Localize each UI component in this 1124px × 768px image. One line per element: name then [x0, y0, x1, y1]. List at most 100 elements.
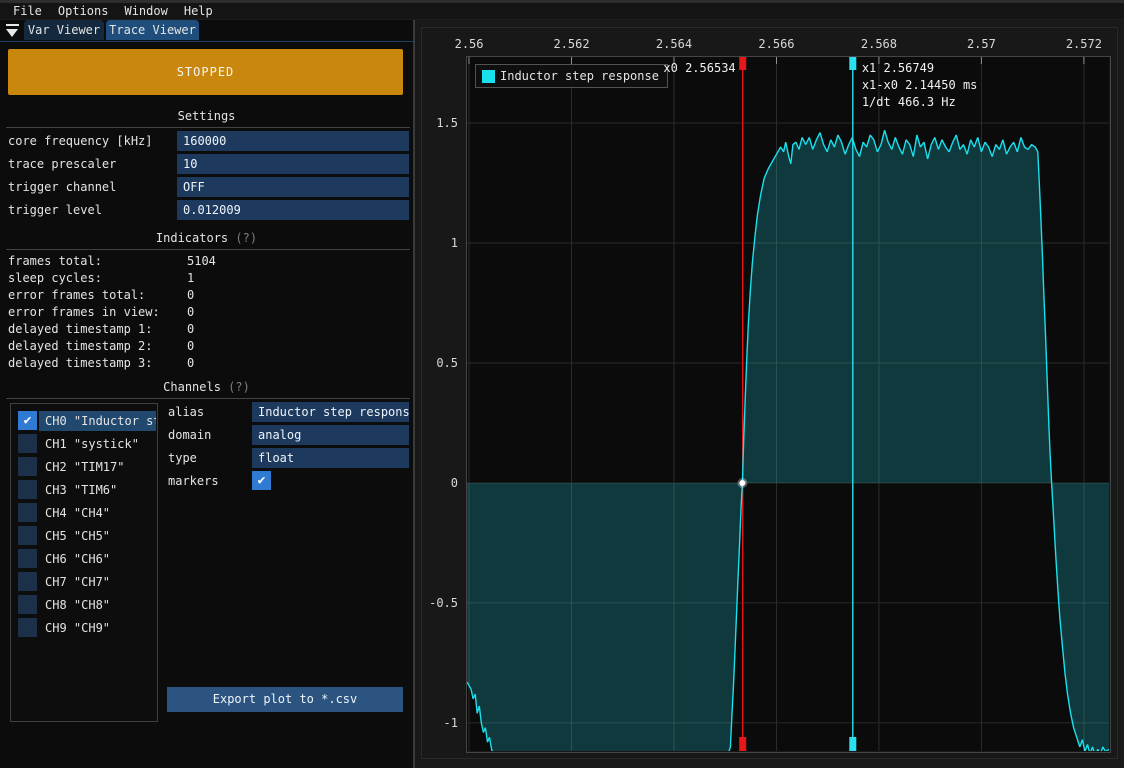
setting-label: trace prescaler: [8, 157, 116, 171]
indicators-header-text: Indicators: [156, 231, 228, 245]
indicator-row: delayed timestamp 3:0: [0, 355, 413, 372]
channel-checkbox[interactable]: [18, 595, 37, 614]
channel-checkbox[interactable]: [18, 503, 37, 522]
plot-legend[interactable]: Inductor step response: [475, 64, 668, 88]
separator: [6, 249, 410, 250]
indicator-value: 0: [187, 305, 194, 319]
indicator-label: frames total:: [8, 254, 102, 268]
indicators-help-icon[interactable]: (?): [235, 231, 257, 245]
x-tick-label: 2.564: [656, 37, 692, 51]
export-csv-button[interactable]: Export plot to *.csv: [167, 687, 403, 712]
channel-label[interactable]: CH0 "Inductor st: [39, 411, 156, 431]
tab-trace-viewer[interactable]: Trace Viewer: [106, 20, 199, 40]
domain-label: domain: [168, 428, 211, 442]
acquisition-state-button[interactable]: STOPPED: [8, 49, 403, 95]
collapse-icon-bar: [6, 24, 19, 26]
marker-delta-value: x1-x0 2.14450 ms: [862, 77, 978, 94]
channel-label[interactable]: CH2 "TIM17": [39, 457, 156, 477]
app-window: FileOptionsWindowHelp Var Viewer Trace V…: [0, 0, 1124, 768]
separator: [6, 127, 410, 128]
x-tick-label: 2.568: [861, 37, 897, 51]
marker-x0-label: x0 2.56534: [663, 60, 735, 77]
setting-input[interactable]: 0.012009: [177, 200, 409, 220]
setting-input[interactable]: 160000: [177, 131, 409, 151]
menu-items: FileOptionsWindowHelp: [5, 4, 221, 18]
separator: [6, 398, 410, 399]
domain-field[interactable]: analog: [252, 425, 409, 445]
channel-label[interactable]: CH4 "CH4": [39, 503, 156, 523]
type-label: type: [168, 451, 197, 465]
indicator-value: 0: [187, 322, 194, 336]
setting-input[interactable]: OFF: [177, 177, 409, 197]
marker-x1-value: x1 2.56749: [862, 60, 978, 77]
markers-checkbox[interactable]: ✔: [252, 471, 271, 490]
channel-row: CH1 "systick": [11, 433, 157, 456]
channel-checkbox[interactable]: ✔: [18, 411, 37, 430]
channel-label[interactable]: CH6 "CH6": [39, 549, 156, 569]
indicator-label: error frames total:: [8, 288, 145, 302]
indicator-value: 0: [187, 339, 194, 353]
indicator-value: 1: [187, 271, 194, 285]
setting-input[interactable]: 10: [177, 154, 409, 174]
channel-checkbox[interactable]: [18, 618, 37, 637]
tab-bar-underline: [0, 41, 413, 42]
setting-label: trigger channel: [8, 180, 116, 194]
channel-label[interactable]: CH7 "CH7": [39, 572, 156, 592]
menu-bar: FileOptionsWindowHelp: [0, 3, 1124, 20]
setting-row: trace prescaler 10: [0, 154, 413, 177]
channel-list: ✔CH0 "Inductor st CH1 "systick" CH2 "TIM17…: [10, 403, 158, 722]
y-tick-label: 0: [451, 476, 458, 490]
indicator-row: sleep cycles:1: [0, 270, 413, 287]
indicator-label: delayed timestamp 3:: [8, 356, 153, 370]
channel-row: CH4 "CH4": [11, 502, 157, 525]
waveform-plot: [467, 57, 1109, 751]
channel-row: CH7 "CH7": [11, 571, 157, 594]
menu-window[interactable]: Window: [116, 4, 175, 18]
tab-var-viewer[interactable]: Var Viewer: [24, 20, 104, 40]
alias-field[interactable]: Inductor step respons: [252, 402, 409, 422]
channel-checkbox[interactable]: [18, 549, 37, 568]
channel-row: CH2 "TIM17": [11, 456, 157, 479]
indicator-label: delayed timestamp 1:: [8, 322, 153, 336]
setting-row: core frequency [kHz]160000: [0, 131, 413, 154]
menu-options[interactable]: Options: [50, 4, 117, 18]
indicator-row: delayed timestamp 1: 0: [0, 321, 413, 338]
indicator-rows: frames total:5104sleep cycles:1error fra…: [0, 253, 413, 372]
x-tick-label: 2.56: [455, 37, 484, 51]
settings-rows: core frequency [kHz]160000trace prescale…: [0, 131, 413, 223]
channel-checkbox[interactable]: [18, 434, 37, 453]
x-tick-label: 2.562: [553, 37, 589, 51]
y-tick-label: 0.5: [436, 356, 458, 370]
channel-label[interactable]: CH8 "CH8": [39, 595, 156, 615]
indicator-row: delayed timestamp 2: 0: [0, 338, 413, 355]
collapse-icon-triangle: [6, 29, 18, 37]
type-field[interactable]: float: [252, 448, 409, 468]
channel-checkbox[interactable]: [18, 526, 37, 545]
marker-x1-label: x1 2.56749 x1-x0 2.14450 ms 1/dt 466.3 H…: [862, 60, 978, 111]
channels-help-icon[interactable]: (?): [228, 380, 250, 394]
channel-label[interactable]: CH1 "systick": [39, 434, 156, 454]
alias-label: alias: [168, 405, 204, 419]
settings-header: Settings: [0, 109, 413, 123]
setting-row: trigger level0.012009: [0, 200, 413, 223]
plot-area[interactable]: Inductor step response x0 2.56534 x1 2.5…: [467, 57, 1109, 751]
channel-checkbox[interactable]: [18, 480, 37, 499]
channel-row: CH9 "CH9": [11, 617, 157, 640]
menu-file[interactable]: File: [5, 4, 50, 18]
menu-help[interactable]: Help: [176, 4, 221, 18]
indicator-label: error frames in view:: [8, 305, 160, 319]
indicator-label: delayed timestamp 2:: [8, 339, 153, 353]
channel-label[interactable]: CH3 "TIM6": [39, 480, 156, 500]
indicator-row: error frames in view: 0: [0, 304, 413, 321]
x-tick-label: 2.572: [1066, 37, 1102, 51]
collapse-icon[interactable]: [6, 24, 19, 38]
settings-header-text: Settings: [178, 109, 236, 123]
channel-checkbox[interactable]: [18, 457, 37, 476]
marker-frequency-value: 1/dt 466.3 Hz: [862, 94, 978, 111]
channel-label[interactable]: CH9 "CH9": [39, 618, 156, 638]
tab-bar: Var Viewer Trace Viewer: [0, 20, 413, 41]
indicator-value: 0: [187, 288, 194, 302]
indicators-header: Indicators (?): [0, 231, 413, 245]
channel-checkbox[interactable]: [18, 572, 37, 591]
channel-label[interactable]: CH5 "CH5": [39, 526, 156, 546]
